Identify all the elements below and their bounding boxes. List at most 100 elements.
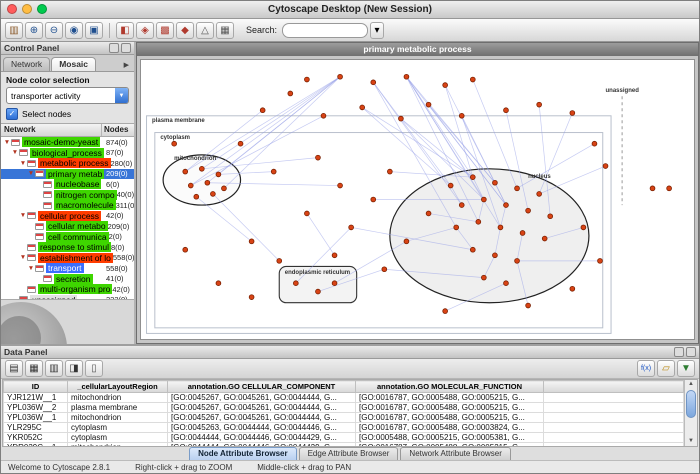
column-header[interactable]: ID	[4, 381, 68, 393]
zoom-out-icon[interactable]: ⊖	[45, 22, 63, 39]
table-cell[interactable]: [GO:0016787, GO:0005488, GO:0005215, G..…	[356, 403, 544, 413]
zoom-selected-icon[interactable]: ◉	[65, 22, 83, 39]
table-cell[interactable]: [GO:0016787, GO:0005488, GO:0005215, G..…	[356, 443, 544, 447]
expander-icon[interactable]: ▼	[27, 170, 35, 177]
column-header[interactable]: annotation.GO CELLULAR_COMPONENT	[168, 381, 356, 393]
scroll-down-icon[interactable]: ▼	[685, 437, 697, 446]
network-node[interactable]	[570, 286, 575, 291]
tree-item-multi-organism-pro[interactable]: multi-organism pro42(0)	[1, 284, 134, 295]
open-folder-icon[interactable]: ▱	[657, 360, 675, 377]
column-header[interactable]: _cellularLayoutRegion	[68, 381, 168, 393]
table-cell[interactable]: [GO:0016787, GO:0005488, GO:0005215, G..…	[356, 393, 544, 403]
network-node[interactable]	[338, 74, 343, 79]
tab-edge-attribute-browser[interactable]: Edge Attribute Browser	[299, 447, 399, 460]
network-node[interactable]	[470, 175, 475, 180]
table-cell[interactable]: [GO:0045267, GO:0045261, GO:0044444, G..…	[168, 393, 356, 403]
network-node[interactable]	[515, 186, 520, 191]
minimize-button[interactable]	[22, 4, 32, 14]
zoom-button[interactable]	[37, 4, 47, 14]
search-options-icon[interactable]: ▾	[370, 22, 384, 39]
network-node[interactable]	[650, 186, 655, 191]
table-cell[interactable]: YPL036W__2	[4, 403, 68, 413]
tree-item-response-to-stimul[interactable]: response to stimul8(0)	[1, 242, 134, 253]
network-node[interactable]	[504, 108, 509, 113]
network-node[interactable]	[443, 83, 448, 88]
network-node[interactable]	[271, 169, 276, 174]
network-node[interactable]	[277, 258, 282, 263]
network-node[interactable]	[504, 203, 509, 208]
network-node[interactable]	[481, 197, 486, 202]
table-cell[interactable]: YPL036W__1	[4, 413, 68, 423]
close-panel-icon[interactable]	[121, 43, 131, 53]
table-cell[interactable]	[544, 423, 684, 433]
network-node[interactable]	[603, 164, 608, 169]
tree-item-mosaic-demo-yeast[interactable]: ▼mosaic-demo-yeast874(0)	[1, 137, 134, 148]
close-data-panel-icon[interactable]	[686, 347, 696, 357]
network-node[interactable]	[249, 239, 254, 244]
table-cell[interactable]: mitochondrion	[68, 393, 168, 403]
new-network-from-selection-icon[interactable]: ▩	[156, 22, 174, 39]
network-node[interactable]	[667, 186, 672, 191]
network-node[interactable]	[349, 225, 354, 230]
table-cell[interactable]: [GO:0044444, GO:0044446, GO:0044429, G..…	[168, 433, 356, 443]
network-node[interactable]	[504, 281, 509, 286]
network-node[interactable]	[399, 116, 404, 121]
table-cell[interactable]	[544, 393, 684, 403]
network-node[interactable]	[293, 281, 298, 286]
table-cell[interactable]: YKR052C	[4, 433, 68, 443]
network-node[interactable]	[216, 281, 221, 286]
tree-item-metabolic-process[interactable]: ▼metabolic process280(0)	[1, 158, 134, 169]
table-row[interactable]: YPL036W__2plasma membrane[GO:0045267, GO…	[4, 403, 684, 413]
network-node[interactable]	[238, 141, 243, 146]
network-node[interactable]	[404, 74, 409, 79]
tree-item-nucleobase[interactable]: nucleobase6(0)	[1, 179, 134, 190]
network-node[interactable]	[537, 192, 542, 197]
expander-icon[interactable]: ▼	[11, 149, 19, 156]
table-cell[interactable]: [GO:0016787, GO:0005488, GO:0003824, G..…	[356, 423, 544, 433]
delete-attribute-icon[interactable]: ▥	[45, 360, 63, 377]
select-nodes-checkbox[interactable]: ✓	[6, 108, 18, 120]
table-row[interactable]: YLR295Ccytoplasm[GO:0045263, GO:0044444,…	[4, 423, 684, 433]
network-node[interactable]	[592, 141, 597, 146]
table-cell[interactable]: [GO:0005488, GO:0005215, GO:0005381, G..…	[356, 433, 544, 443]
network-node[interactable]	[387, 169, 392, 174]
table-cell[interactable]: cytoplasm	[68, 433, 168, 443]
network-node[interactable]	[459, 113, 464, 118]
expander-icon[interactable]: ▼	[19, 254, 27, 261]
formula-icon[interactable]: f(x)	[637, 360, 655, 377]
table-cell[interactable]	[544, 443, 684, 447]
select-attributes-icon[interactable]: ▤	[5, 360, 23, 377]
network-node[interactable]	[426, 211, 431, 216]
node-color-select[interactable]: transporter activity ▼	[6, 87, 129, 104]
network-node[interactable]	[371, 197, 376, 202]
network-node[interactable]	[493, 253, 498, 258]
float-panel-icon[interactable]	[109, 43, 119, 53]
network-node[interactable]	[249, 295, 254, 300]
network-node[interactable]	[493, 180, 498, 185]
table-row[interactable]: YKR052Ccytoplasm[GO:0044444, GO:0044446,…	[4, 433, 684, 443]
table-cell[interactable]: YJR121W__1	[4, 393, 68, 403]
tree-item-cellular-process[interactable]: ▼cellular process42(0)	[1, 211, 134, 222]
table-cell[interactable]	[544, 413, 684, 423]
column-header[interactable]: annotation.GO MOLECULAR_FUNCTION	[356, 381, 544, 393]
float-data-panel-icon[interactable]	[674, 347, 684, 357]
network-node[interactable]	[194, 194, 199, 199]
network-node[interactable]	[205, 180, 210, 185]
network-node[interactable]	[598, 258, 603, 263]
network-node[interactable]	[321, 113, 326, 118]
network-canvas[interactable]: plasma membranecytoplasmmitochondrionnuc…	[140, 59, 695, 340]
expander-icon[interactable]: ▼	[19, 212, 27, 219]
network-node[interactable]	[183, 247, 188, 252]
table-cell[interactable]	[544, 403, 684, 413]
tree-item-cellular-metabo[interactable]: cellular metabo209(0)	[1, 221, 134, 232]
network-node[interactable]	[288, 91, 293, 96]
tree-item-biological-process[interactable]: ▼biological_process87(0)	[1, 148, 134, 159]
tree-item-cell-communica[interactable]: cell communica2(0)	[1, 232, 134, 243]
select-first-neighbors-icon[interactable]: ◈	[136, 22, 154, 39]
network-node[interactable]	[360, 105, 365, 110]
expander-icon[interactable]: ▼	[19, 160, 27, 167]
table-cell[interactable]: mitochondrion	[68, 413, 168, 423]
network-node[interactable]	[581, 225, 586, 230]
network-node[interactable]	[183, 169, 188, 174]
trash-icon[interactable]: ▯	[85, 360, 103, 377]
